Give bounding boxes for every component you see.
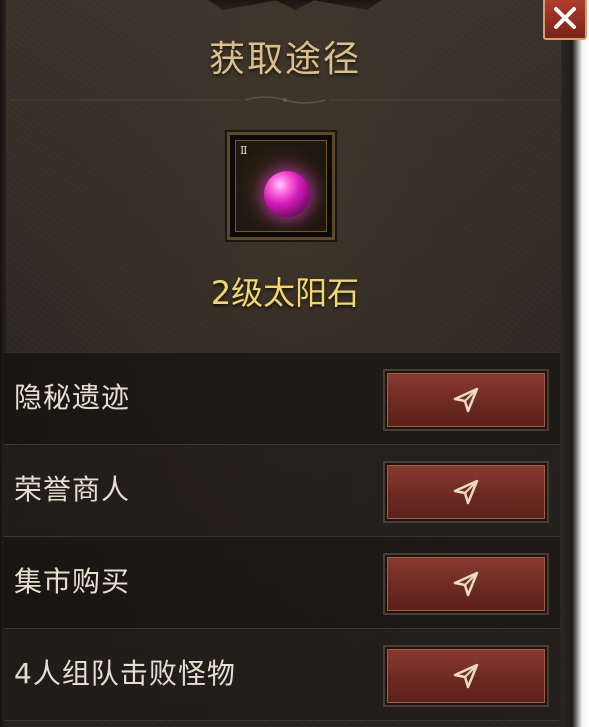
- source-label: 荣誉商人: [14, 473, 131, 506]
- source-row: 荣誉商人: [4, 445, 560, 537]
- goto-button[interactable]: [385, 555, 547, 613]
- right-border: [561, 0, 589, 727]
- item-name: 2级太阳石: [210, 274, 360, 312]
- source-label: 4人组队击败怪物: [14, 657, 236, 690]
- acquisition-dialog: 获取途径 Ⅱ 2级太阳石 隐秘遗迹 荣誉商人 集市购买 4人组队击败怪物: [0, 0, 589, 727]
- level-badge-icon: Ⅱ: [240, 144, 248, 157]
- source-label: 集市购买: [14, 565, 131, 598]
- source-row: 隐秘遗迹: [4, 353, 560, 445]
- top-ornament: [200, 0, 390, 10]
- goto-button[interactable]: [385, 463, 547, 521]
- navigate-arrow-icon: [453, 663, 479, 689]
- dialog-title: 获取途径: [208, 39, 361, 80]
- close-icon: [554, 7, 576, 29]
- source-list: 隐秘遗迹 荣誉商人 集市购买 4人组队击败怪物: [4, 353, 560, 721]
- navigate-arrow-icon: [453, 479, 479, 505]
- item-slot[interactable]: Ⅱ: [225, 130, 337, 242]
- goto-button[interactable]: [385, 371, 547, 429]
- source-row: 4人组队击败怪物: [4, 629, 560, 721]
- title-divider: [10, 96, 560, 104]
- navigate-arrow-icon: [453, 571, 479, 597]
- source-label: 隐秘遗迹: [14, 381, 131, 414]
- navigate-arrow-icon: [453, 387, 479, 413]
- goto-button[interactable]: [385, 647, 547, 705]
- purple-gem-icon: [264, 171, 310, 217]
- item-slot-inner: Ⅱ: [235, 140, 327, 232]
- source-row: 集市购买: [4, 537, 560, 629]
